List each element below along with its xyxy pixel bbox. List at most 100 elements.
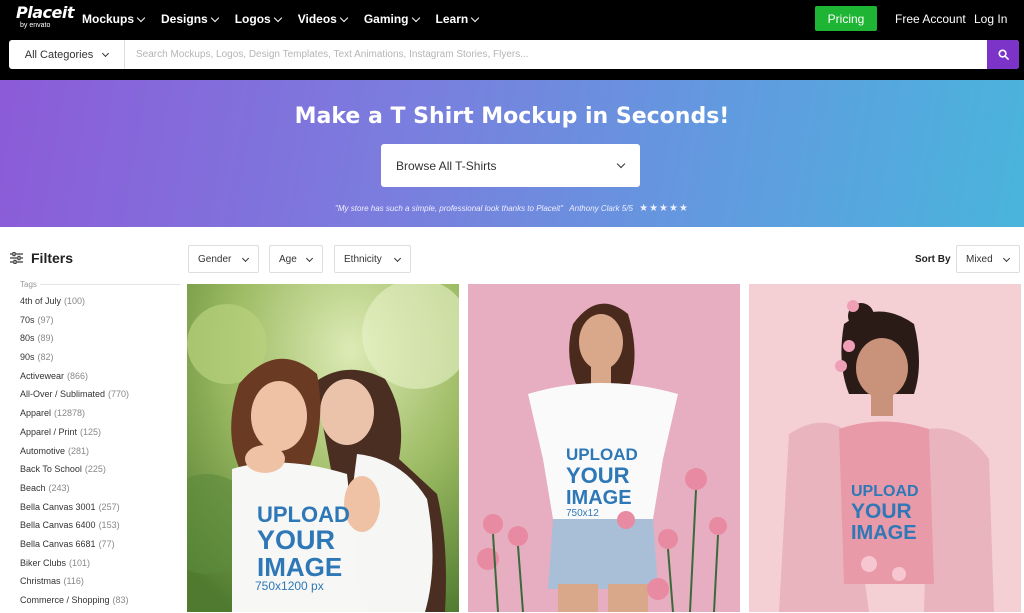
tag-list: 4th of July (100) 70s (97) 80s (89) 90s (82)… bbox=[20, 295, 129, 613]
tag-item[interactable]: Bella Canvas 6400 (153) bbox=[20, 519, 129, 538]
card-placeholder-text: UPLOAD bbox=[851, 483, 919, 500]
tags-label: Tags bbox=[20, 280, 37, 289]
search-button[interactable] bbox=[987, 40, 1019, 69]
tag-count: (82) bbox=[37, 352, 54, 363]
tag-name: 80s bbox=[20, 333, 35, 344]
testimonial-quote: "My store has such a simple, professiona… bbox=[335, 204, 564, 213]
tag-name: Biker Clubs bbox=[20, 557, 67, 568]
tag-count: (101) bbox=[69, 557, 91, 568]
card-placeholder-text: IMAGE bbox=[566, 487, 632, 509]
tag-name: 90s bbox=[20, 352, 35, 363]
chevron-down-icon bbox=[470, 13, 480, 22]
chevron-down-icon bbox=[136, 13, 146, 22]
tag-count: (225) bbox=[84, 464, 106, 475]
card-placeholder-text: IMAGE bbox=[851, 522, 917, 544]
tag-item[interactable]: 70s (97) bbox=[20, 314, 129, 333]
chevron-down-icon bbox=[210, 13, 219, 22]
tag-count: (866) bbox=[67, 370, 89, 381]
browse-tshirts-dropdown[interactable]: Browse All T-Shirts bbox=[381, 144, 640, 187]
tag-item[interactable]: Christmas (116) bbox=[20, 575, 129, 594]
search-input[interactable] bbox=[130, 40, 985, 69]
tag-count: (77) bbox=[98, 538, 115, 549]
mockup-card[interactable]: UPLOAD YOUR IMAGE 750x12 bbox=[468, 284, 740, 612]
tag-count: (125) bbox=[80, 426, 102, 437]
tag-item[interactable]: Biker Clubs (101) bbox=[20, 557, 129, 576]
card-placeholder-size: 750x1200 px bbox=[255, 579, 324, 593]
card-placeholder-text: UPLOAD bbox=[566, 445, 638, 464]
placeit-logo[interactable]: Placeit by envato bbox=[16, 3, 74, 33]
chevron-down-icon bbox=[1002, 254, 1011, 263]
mockup-image: UPLOAD YOUR IMAGE bbox=[749, 284, 1021, 612]
card-placeholder-text: YOUR bbox=[851, 500, 912, 523]
tag-item[interactable]: Bella Canvas 6681 (77) bbox=[20, 538, 129, 557]
tag-count: (243) bbox=[48, 482, 70, 493]
free-account-link[interactable]: Free Account bbox=[895, 12, 966, 26]
tag-name: All-Over / Sublimated bbox=[20, 389, 106, 400]
mockup-card[interactable]: UPLOAD YOUR IMAGE 750x1200 px bbox=[187, 284, 459, 612]
nav-videos[interactable]: Videos bbox=[297, 12, 349, 26]
nav-designs[interactable]: Designs bbox=[161, 12, 219, 26]
tag-count: (83) bbox=[112, 595, 129, 605]
tag-item[interactable]: Back To School (225) bbox=[20, 463, 129, 482]
tag-name: Bella Canvas 6681 bbox=[20, 538, 96, 549]
tag-item[interactable]: Apparel / Print (125) bbox=[20, 426, 129, 445]
tag-item[interactable]: Commerce / Shopping (83) bbox=[20, 594, 129, 613]
login-link[interactable]: Log In bbox=[974, 12, 1007, 26]
nav-logos-label: Logos bbox=[234, 12, 271, 26]
tag-name: Automotive bbox=[20, 445, 66, 456]
sliders-icon bbox=[10, 252, 23, 264]
category-select[interactable]: All Categories bbox=[9, 40, 125, 69]
pricing-button[interactable]: Pricing bbox=[815, 6, 877, 31]
tag-name: Beach bbox=[20, 482, 46, 493]
tag-item[interactable]: 4th of July (100) bbox=[20, 295, 129, 314]
chevron-down-icon bbox=[616, 159, 626, 169]
tag-item[interactable]: Bella Canvas 3001 (257) bbox=[20, 501, 129, 520]
nav-mockups[interactable]: Mockups bbox=[82, 12, 146, 26]
tag-item[interactable]: 80s (89) bbox=[20, 332, 129, 351]
tag-name: Apparel bbox=[20, 408, 52, 419]
testimonial-author: Anthony Clark 5/5 bbox=[569, 204, 633, 213]
tag-count: (89) bbox=[37, 333, 54, 344]
category-select-label: All Categories bbox=[24, 48, 94, 61]
chevron-down-icon bbox=[305, 254, 314, 263]
nav-videos-label: Videos bbox=[297, 12, 337, 26]
gender-filter[interactable]: Gender bbox=[188, 245, 259, 273]
sort-select[interactable]: Mixed bbox=[956, 245, 1020, 273]
tags-divider bbox=[40, 284, 180, 285]
logo-subtext: by envato bbox=[20, 22, 51, 29]
ethnicity-filter[interactable]: Ethnicity bbox=[334, 245, 411, 273]
rating-stars-icon: ★★★★★ bbox=[639, 203, 689, 214]
tag-item[interactable]: All-Over / Sublimated (770) bbox=[20, 388, 129, 407]
tag-count: (770) bbox=[108, 389, 130, 400]
sort-by-label: Sort By bbox=[915, 254, 951, 265]
tag-item[interactable]: Automotive (281) bbox=[20, 445, 129, 464]
tag-item[interactable]: 90s (82) bbox=[20, 351, 129, 370]
filters-header[interactable]: Filters bbox=[10, 250, 73, 266]
nav-learn[interactable]: Learn bbox=[436, 12, 480, 26]
nav-gaming[interactable]: Gaming bbox=[364, 12, 420, 26]
search-icon bbox=[997, 49, 1009, 60]
logo-text: Placeit bbox=[16, 3, 74, 22]
tag-count: (116) bbox=[63, 576, 84, 587]
age-filter[interactable]: Age bbox=[269, 245, 323, 273]
card-placeholder-text: YOUR bbox=[566, 463, 630, 488]
card-placeholder-text: UPLOAD bbox=[257, 502, 350, 527]
tag-item[interactable]: Apparel (12878) bbox=[20, 407, 129, 426]
nav-designs-label: Designs bbox=[161, 12, 208, 26]
mockup-image: UPLOAD YOUR IMAGE 750x1200 px bbox=[187, 284, 459, 612]
gender-filter-label: Gender bbox=[198, 253, 232, 265]
tag-count: (12878) bbox=[54, 408, 86, 419]
tag-name: Bella Canvas 3001 bbox=[20, 501, 96, 512]
browse-label: Browse All T-Shirts bbox=[396, 158, 497, 173]
tag-name: Bella Canvas 6400 bbox=[20, 520, 96, 531]
tag-count: (100) bbox=[64, 296, 86, 306]
testimonial: "My store has such a simple, professiona… bbox=[0, 203, 1024, 214]
main-nav: Mockups Designs Logos Videos Gaming Lear… bbox=[82, 0, 495, 38]
tag-item[interactable]: Activewear (866) bbox=[20, 370, 129, 389]
ethnicity-filter-label: Ethnicity bbox=[344, 253, 382, 265]
sort-select-value: Mixed bbox=[966, 253, 993, 265]
tag-item[interactable]: Beach (243) bbox=[20, 482, 129, 501]
nav-logos[interactable]: Logos bbox=[234, 12, 282, 26]
chevron-down-icon bbox=[102, 49, 110, 57]
mockup-card[interactable]: UPLOAD YOUR IMAGE bbox=[749, 284, 1021, 612]
